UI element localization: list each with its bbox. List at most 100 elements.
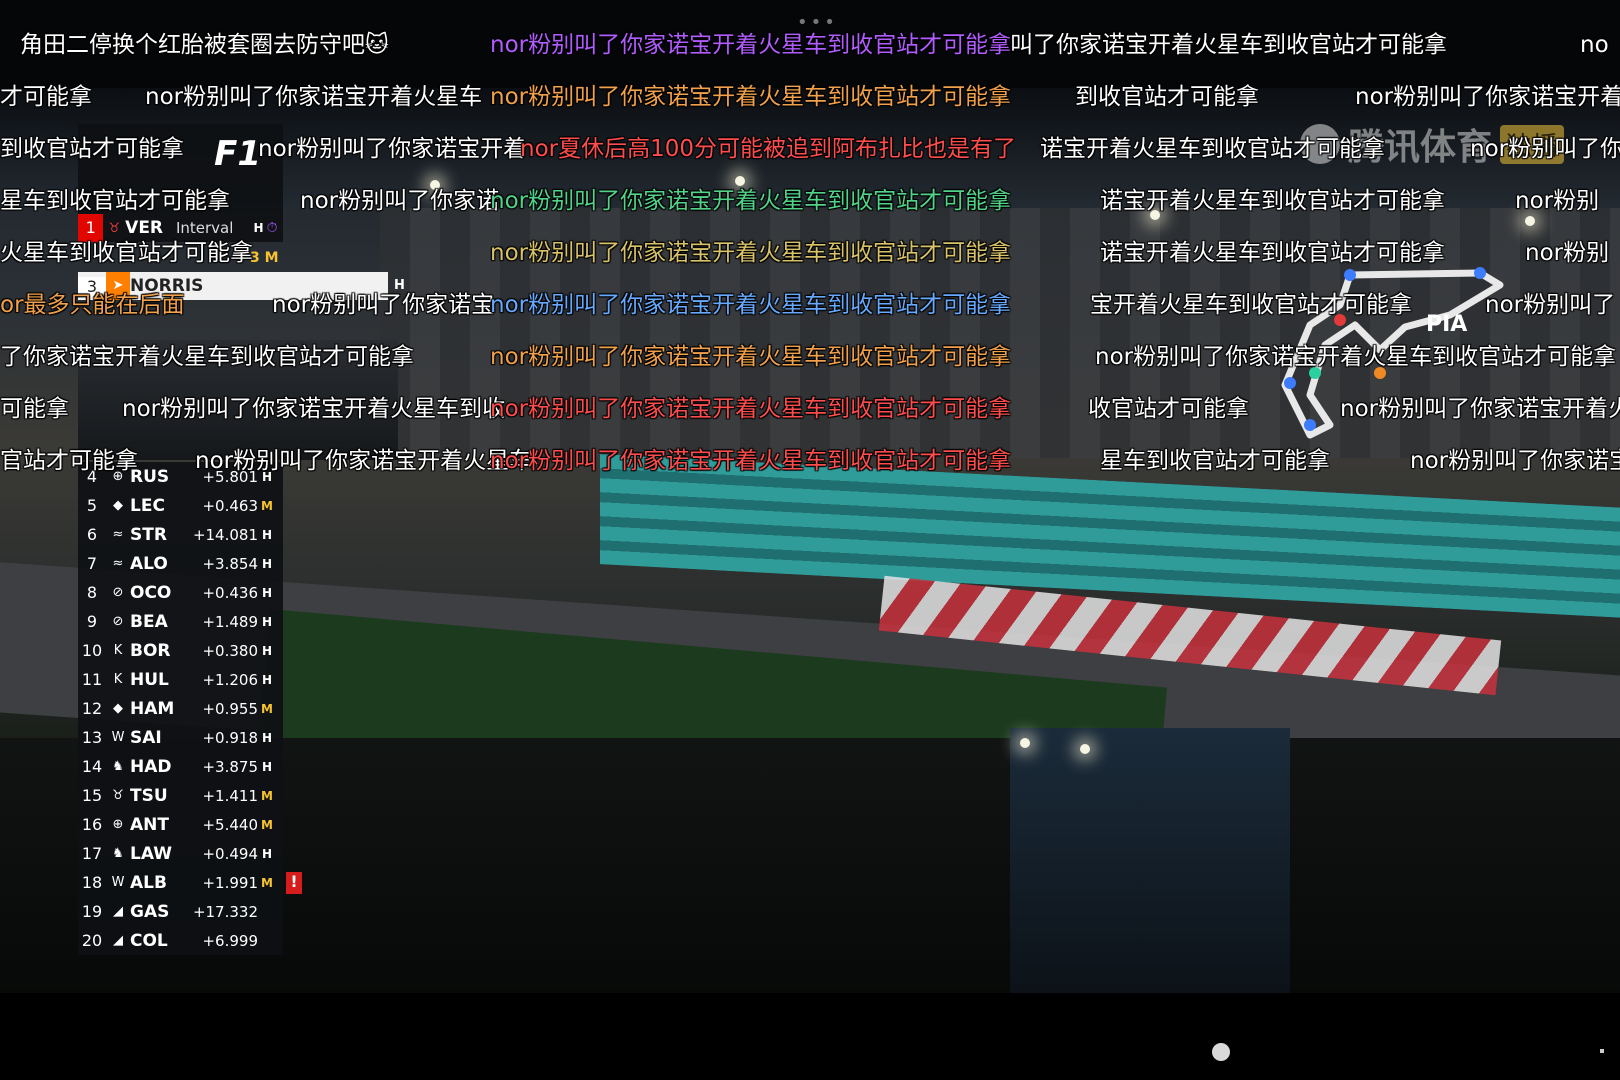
team-logo-icon: ◢	[113, 904, 123, 919]
team-logo-icon: ♉	[112, 788, 124, 803]
gap-value: +17.332	[192, 902, 258, 921]
driver-code: COL	[130, 930, 168, 951]
tyre-compound: M	[261, 817, 273, 832]
tyre-compound: M	[261, 498, 273, 513]
pos: 13	[81, 728, 103, 747]
red-bull-icon: ♉	[108, 220, 121, 236]
video-player[interactable]: ••• 腾讯体育 独播 PIA F1 1 ♉ VER Interval H ⏱ …	[0, 0, 1620, 1080]
gap-value: +0.494	[202, 844, 258, 863]
driver-code: LAW	[130, 843, 172, 864]
danmaku-comment: 叫了你家诺宝开着火星车到收官站才可能拿	[1010, 32, 1447, 58]
standings-row: 12 ◆ HAM +0.955 M	[78, 694, 283, 723]
gap-value: +1.206	[202, 670, 258, 689]
driver-code: HAM	[130, 698, 175, 719]
gap-value: +0.918	[202, 728, 258, 747]
team-logo-icon: W	[111, 875, 125, 890]
danmaku-comment: 宝开着火星车到收官站才可能拿	[1090, 292, 1412, 318]
standings-row: 17 ♞ LAW +0.494 H	[78, 839, 283, 868]
pos: 12	[81, 699, 103, 718]
driver-code: ANT	[130, 814, 169, 835]
danmaku-comment: nor粉别叫了你家诺宝	[272, 292, 495, 318]
pos: 11	[81, 670, 103, 689]
danmaku-comment: 火星车到收官站才可能拿	[0, 240, 253, 266]
gap-value: +1.991	[202, 873, 258, 892]
danmaku-comment: nor粉别叫了你家诺宝开着火星车到收官站才可能拿	[490, 292, 1012, 318]
danmaku-comment: 官站才可能拿	[0, 448, 138, 474]
driver-code: GAS	[130, 901, 170, 922]
p2-row-partial: 3 M	[250, 250, 279, 266]
gap-value: +0.380	[202, 641, 258, 660]
driver-code: HUL	[130, 669, 169, 690]
danmaku-comment: 星车到收官站才可能拿	[1100, 448, 1330, 474]
tyre-compound: H	[261, 585, 273, 600]
driver-code: OCO	[130, 582, 172, 603]
danmaku-comment: nor粉别叫了你家诺宝开着火星车到收官站才可能拿	[490, 240, 1012, 266]
tyre-compound: M	[261, 875, 273, 890]
standings-row: 16 ⊕ ANT +5.440 M	[78, 810, 283, 839]
danmaku-comment: nor粉别叫了你家诺宝开着	[258, 136, 527, 162]
driver-code: SAI	[130, 727, 162, 748]
tyre-compound: M	[261, 701, 273, 716]
pos: 10	[81, 641, 103, 660]
team-logo-icon: K	[113, 643, 123, 658]
standings-row: 15 ♉ TSU +1.411 M	[78, 781, 283, 810]
gap-value: +0.955	[202, 699, 258, 718]
danmaku-comment: 角田二停换个红胎被套圈去防守吧🐱	[20, 32, 389, 58]
gap-value: +3.875	[202, 757, 258, 776]
standings-row: 10 K BOR +0.380 H	[78, 636, 283, 665]
team-logo-icon: ◆	[113, 701, 123, 716]
danmaku-comment: 可能拿	[0, 396, 69, 422]
driver-code: RUS	[130, 466, 170, 487]
standings-row: 20 ◢ COL +6.999	[78, 926, 283, 955]
pos: 7	[86, 554, 98, 573]
pos: 17	[81, 844, 103, 863]
gap-value: +14.081	[192, 525, 258, 544]
gap-value: +0.436	[202, 583, 258, 602]
danmaku-comment: nor粉别叫了你家诺宝开着火星车到收官站才可能拿	[490, 84, 1012, 110]
danmaku-comment: nor粉别叫了你家诺宝开着火星车到收官站才可能拿	[490, 188, 1012, 214]
progress-handle[interactable]	[1212, 1043, 1230, 1061]
danmaku-comment: 收官站才可能拿	[1088, 396, 1249, 422]
pos: 19	[81, 902, 103, 921]
team-logo-icon: ≈	[112, 527, 124, 542]
driver-code: ALO	[130, 553, 168, 574]
danmaku-comment: nor粉别叫了你家诺宝开着火星车到收	[122, 396, 506, 422]
tyre-compound: H	[261, 556, 273, 571]
danmaku-comment: no	[1580, 32, 1609, 58]
standings-row: 9 ⊘ BEA +1.489 H	[78, 607, 283, 636]
danmaku-comment: nor粉别叫了	[1485, 292, 1616, 318]
danmaku-comment: nor粉别叫了你家诺宝开着火星车到收官站才可能拿	[490, 344, 1012, 370]
danmaku-comment: or最多只能在后面	[0, 292, 185, 318]
pos: 6	[86, 525, 98, 544]
pos: 9	[86, 612, 98, 631]
tyre-compound: H	[261, 846, 273, 861]
danmaku-comment: nor粉别叫了你家诺宝开着	[1355, 84, 1620, 110]
danmaku-comment: nor粉别叫了你家诺宝开着火	[1340, 396, 1620, 422]
standings-row: 18 W ALB +1.991 M	[78, 868, 283, 897]
team-logo-icon: K	[113, 672, 123, 687]
danmaku-comment: nor粉别叫了你家诺宝开着火星车	[145, 84, 483, 110]
penalty-flag-icon: !	[286, 872, 302, 894]
danmaku-comment: nor粉别叫了你家诺宝	[1410, 448, 1620, 474]
driver-code: STR	[130, 524, 167, 545]
tyre-compound: H	[261, 730, 273, 745]
danmaku-comment: nor粉别	[1525, 240, 1610, 266]
tyre-compound: H	[261, 614, 273, 629]
danmaku-comment: 诺宝开着火星车到收官站才可能拿	[1100, 240, 1445, 266]
danmaku-comment: nor粉别叫了你家诺宝开着火星车到收官站才可能拿	[490, 32, 1012, 58]
player-control-bar	[0, 993, 1620, 1080]
tyre-compound: H	[261, 643, 273, 658]
standings-row: 6 ≈ STR +14.081 H	[78, 520, 283, 549]
team-logo-icon: ⊘	[112, 614, 124, 629]
tyre-compound: H	[261, 759, 273, 774]
tyre-compound: M	[261, 788, 273, 803]
standings-row: 7 ≈ ALO +3.854 H	[78, 549, 283, 578]
volume-indicator-icon	[1600, 1049, 1604, 1053]
driver-code: TSU	[130, 785, 168, 806]
danmaku-comment: nor粉别叫了你家诺宝开着火星车	[195, 448, 533, 474]
driver-code: LEC	[130, 495, 165, 516]
danmaku-comment: 诺宝开着火星车到收官站才可能拿	[1100, 188, 1445, 214]
danmaku-comment: nor粉别	[1515, 188, 1600, 214]
pos: 8	[86, 583, 98, 602]
team-logo-icon: ♞	[112, 846, 124, 861]
